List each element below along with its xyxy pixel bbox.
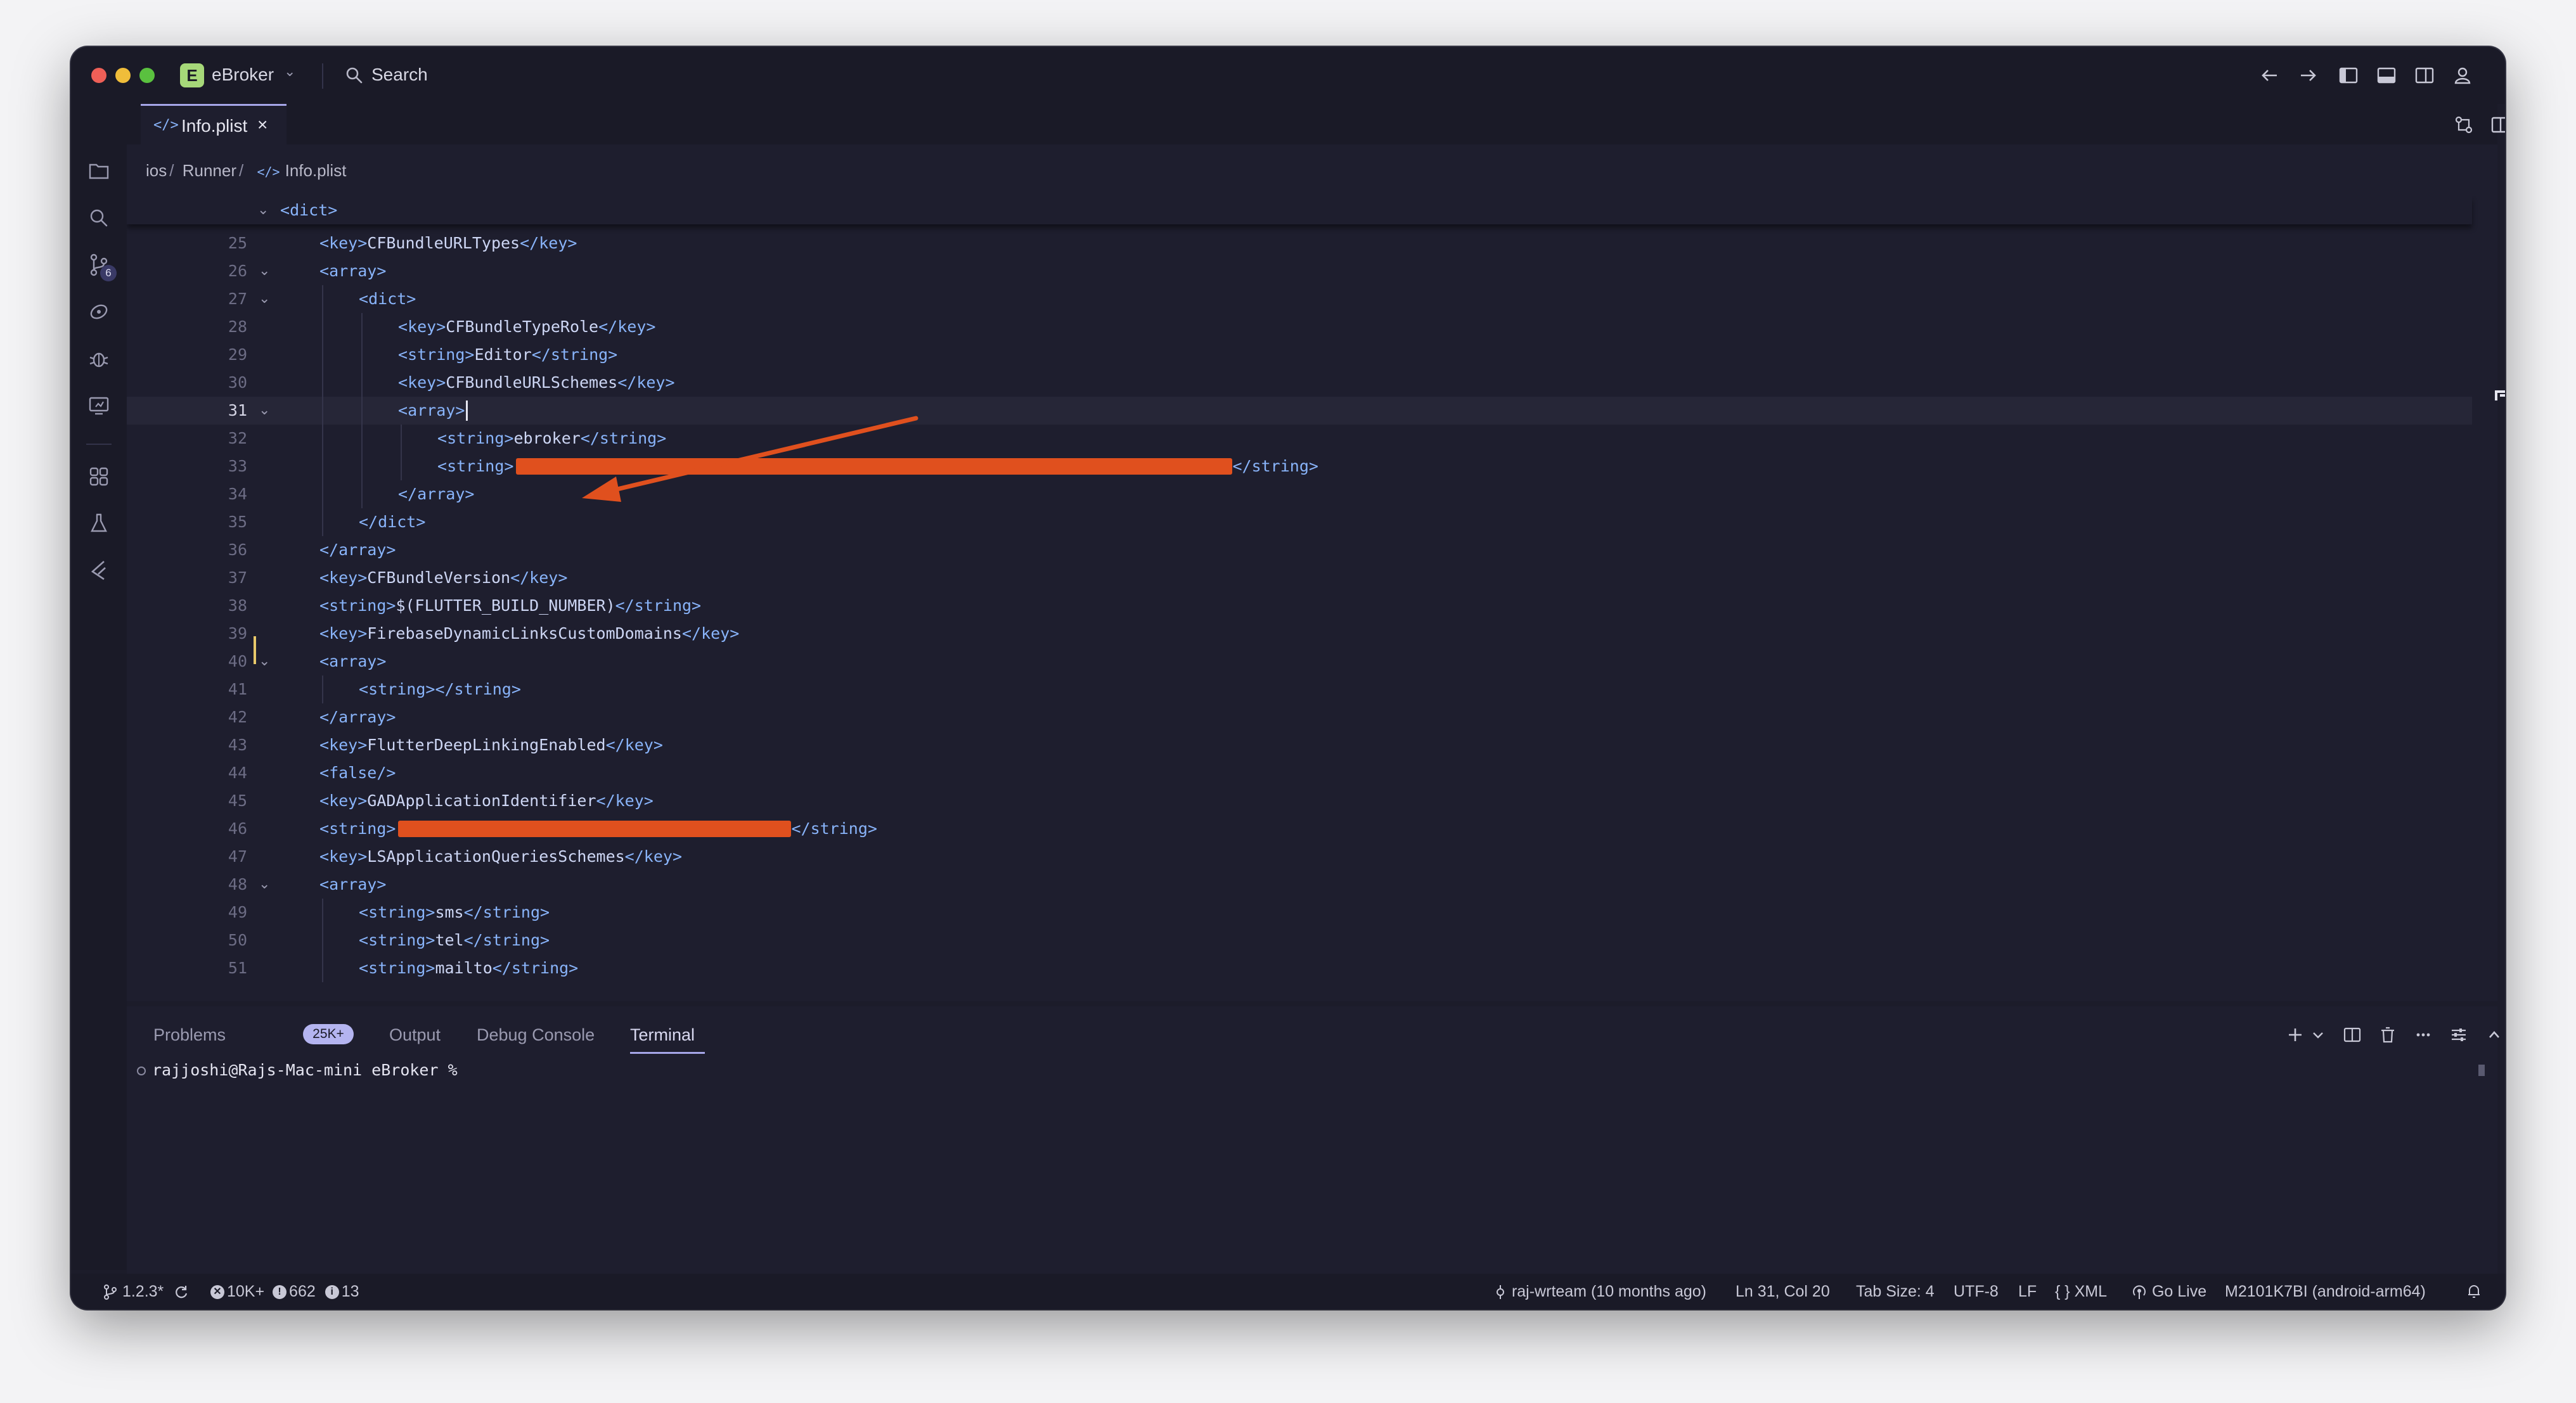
notifications-bell-icon[interactable] <box>2466 1283 2482 1299</box>
error-count: 10K+ <box>227 1283 265 1300</box>
terminal-prompt[interactable]: rajjoshi@Rajs-Mac-mini eBroker % <box>152 1061 458 1079</box>
tab-terminal[interactable]: Terminal <box>630 1025 695 1045</box>
source-control-badge: 6 <box>100 265 117 281</box>
title-bar: E eBroker ⌄ Search <box>71 47 2505 104</box>
minimize-window-button[interactable] <box>115 68 131 83</box>
activity-divider <box>86 444 112 445</box>
warning-count: 662 <box>289 1283 316 1300</box>
status-bar: 1.2.3* ✕ 10K+ ! 662 i 13 raj-wrteam (10 mon… <box>71 1274 2505 1309</box>
toggle-primary-sidebar-icon[interactable] <box>2336 63 2360 87</box>
panel-settings-sliders-icon[interactable] <box>2448 1024 2470 1046</box>
more-actions-icon[interactable] <box>2412 1024 2434 1046</box>
extensions-icon[interactable] <box>85 463 113 490</box>
flutter-device[interactable]: M2101K7BI (android-arm64) <box>2225 1283 2426 1301</box>
activity-bar: 6 <box>71 104 127 1270</box>
tab-output[interactable]: Output <box>389 1025 441 1045</box>
editor-region: </> Info.plist × ios / Runner / </> Info.pl… <box>127 104 2505 1001</box>
flutter-icon[interactable] <box>85 556 113 584</box>
git-branch-icon <box>103 1284 118 1300</box>
git-blame-status[interactable]: raj-wrteam (10 months ago) <box>1493 1283 1706 1301</box>
go-live-button[interactable]: Go Live <box>2131 1283 2206 1301</box>
language-label: XML <box>2074 1283 2108 1300</box>
commit-icon <box>1493 1284 1507 1300</box>
account-icon[interactable] <box>2450 63 2475 87</box>
encoding[interactable]: UTF-8 <box>1954 1283 1999 1301</box>
explorer-icon[interactable] <box>85 157 113 185</box>
broadcast-icon <box>2131 1284 2148 1300</box>
go-live-label: Go Live <box>2151 1283 2207 1300</box>
tab-problems[interactable]: Problems <box>153 1025 226 1045</box>
kill-terminal-trash-icon[interactable] <box>2377 1024 2399 1046</box>
back-arrow-icon[interactable] <box>2258 63 2282 87</box>
new-terminal-plus-icon[interactable] <box>2284 1024 2306 1046</box>
search-label[interactable]: Search <box>371 65 428 85</box>
debug-icon[interactable] <box>85 345 113 373</box>
error-icon: ✕ <box>210 1285 224 1300</box>
split-terminal-icon[interactable] <box>2341 1024 2363 1046</box>
problems-status[interactable]: ✕ 10K+ ! 662 i 13 <box>210 1283 359 1301</box>
braces-icon: { } <box>2055 1283 2070 1300</box>
info-count: 13 <box>341 1283 359 1300</box>
terminal-status-dot <box>137 1067 146 1075</box>
remote-explorer-icon[interactable] <box>85 298 113 326</box>
language-mode[interactable]: { } XML <box>2055 1283 2107 1301</box>
title-divider <box>322 63 323 89</box>
annotation-arrow <box>582 416 918 502</box>
maximize-panel-chevron-up-icon[interactable] <box>2483 1024 2505 1046</box>
app-window: E eBroker ⌄ Search 6 </> Info.plist × io… <box>71 47 2505 1309</box>
branch-name: 1.2.3* <box>122 1283 164 1300</box>
branch-status[interactable]: 1.2.3* <box>103 1283 190 1301</box>
project-badge[interactable]: E <box>180 63 204 87</box>
chevron-down-icon[interactable] <box>2307 1024 2329 1046</box>
info-icon: i <box>325 1285 339 1300</box>
sync-icon[interactable] <box>173 1284 190 1300</box>
toggle-secondary-sidebar-icon[interactable] <box>2412 63 2437 87</box>
warning-icon: ! <box>273 1285 287 1300</box>
testing-flask-icon[interactable] <box>85 509 113 537</box>
end-of-line[interactable]: LF <box>2018 1283 2037 1301</box>
toggle-panel-icon[interactable] <box>2374 63 2399 87</box>
remote-monitor-icon[interactable] <box>85 392 113 420</box>
search-icon[interactable] <box>345 66 364 85</box>
active-tab-indicator <box>630 1052 705 1054</box>
forward-arrow-icon[interactable] <box>2296 63 2320 87</box>
blame-text: raj-wrteam (10 months ago) <box>1511 1283 1707 1300</box>
terminal-scrollbar[interactable] <box>2478 1065 2485 1076</box>
close-window-button[interactable] <box>91 68 106 83</box>
project-name[interactable]: eBroker <box>212 65 274 85</box>
tab-debug-console[interactable]: Debug Console <box>477 1025 595 1045</box>
cursor-position[interactable]: Ln 31, Col 20 <box>1736 1283 1830 1301</box>
maximize-window-button[interactable] <box>139 68 155 83</box>
chevron-down-icon[interactable]: ⌄ <box>284 63 295 80</box>
search-icon[interactable] <box>85 204 113 232</box>
tab-size[interactable]: Tab Size: 4 <box>1856 1283 1935 1301</box>
bottom-panel: Problems 25K+ Output Debug Console Termi… <box>127 1006 2499 1274</box>
problems-count-badge: 25K+ <box>303 1024 354 1044</box>
